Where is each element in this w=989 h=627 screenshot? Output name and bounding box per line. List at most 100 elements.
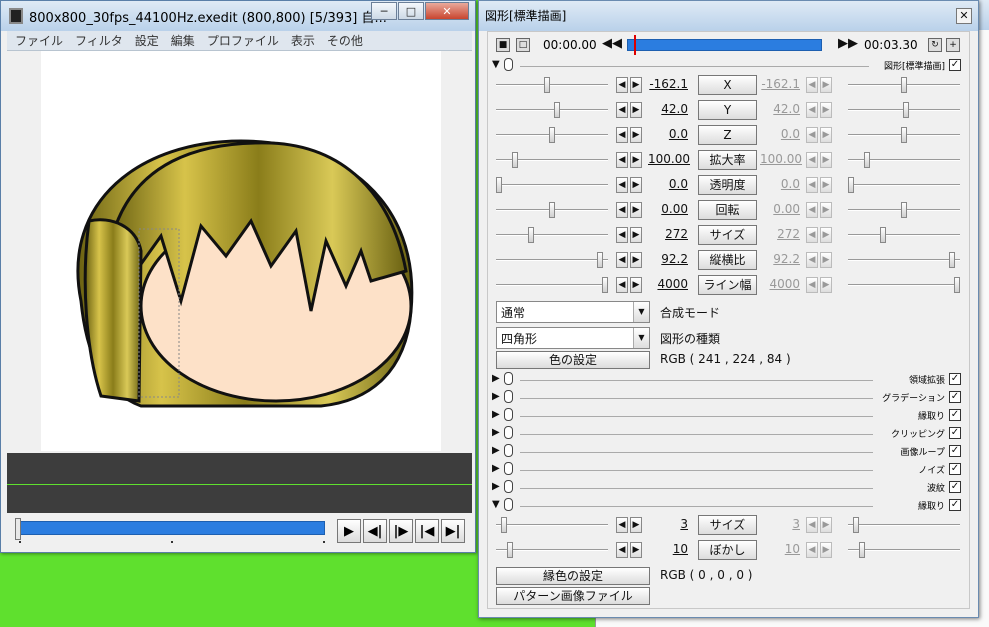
- param-6-left-slider[interactable]: [496, 227, 608, 243]
- menu-profile[interactable]: プロファイル: [207, 32, 279, 49]
- rewind-button[interactable]: ◀◀: [602, 36, 622, 51]
- edge-param-1-right-slider[interactable]: [848, 542, 960, 558]
- filter-checkbox[interactable]: ✓: [949, 499, 961, 511]
- slider-knob[interactable]: [879, 227, 886, 243]
- param-2-left-slider[interactable]: [496, 127, 608, 143]
- left-arrow-icon[interactable]: ◀: [616, 102, 628, 118]
- expand-triangle-icon[interactable]: ▶: [492, 409, 500, 420]
- filter-checkbox[interactable]: ✓: [949, 427, 961, 439]
- slider-knob[interactable]: [901, 127, 907, 143]
- slider-knob[interactable]: [549, 202, 555, 218]
- color-settings-button[interactable]: 色の設定: [496, 351, 650, 369]
- slider-knob[interactable]: [543, 77, 550, 93]
- param-5-button[interactable]: 回転: [698, 200, 757, 220]
- param-0-left-slider[interactable]: [496, 77, 608, 93]
- edge-param-0-right-slider[interactable]: [848, 517, 960, 533]
- left-arrow-icon[interactable]: ◀: [616, 542, 628, 558]
- slider-knob[interactable]: [596, 252, 603, 268]
- menu-view[interactable]: 表示: [291, 32, 315, 49]
- seek-bar[interactable]: [19, 521, 325, 535]
- param-6-start-value[interactable]: 272: [648, 227, 688, 241]
- frame-icon[interactable]: □: [516, 38, 530, 52]
- param-3-start-value[interactable]: 100.00: [648, 152, 690, 166]
- param-8-left-slider[interactable]: [496, 277, 608, 293]
- param-3-left-slider[interactable]: [496, 152, 608, 168]
- right-arrow-icon[interactable]: ▶: [630, 77, 642, 93]
- filter-checkbox[interactable]: ✓: [949, 391, 961, 403]
- param-7-start-value[interactable]: 92.2: [648, 252, 688, 266]
- left-arrow-icon[interactable]: ◀: [616, 517, 628, 533]
- left-arrow-icon[interactable]: ◀: [616, 277, 628, 293]
- param-7-left-slider[interactable]: [496, 252, 608, 268]
- param-1-start-value[interactable]: 42.0: [648, 102, 688, 116]
- param-8-right-slider[interactable]: [848, 277, 960, 293]
- right-arrow-icon[interactable]: ▶: [630, 277, 642, 293]
- menu-other[interactable]: その他: [327, 32, 363, 49]
- slider-knob[interactable]: [511, 152, 518, 168]
- param-3-button[interactable]: 拡大率: [698, 150, 757, 170]
- slider-knob[interactable]: [901, 77, 907, 93]
- param-5-right-slider[interactable]: [848, 202, 960, 218]
- edge-param-0-start-value[interactable]: 3: [648, 517, 688, 531]
- menu-filter[interactable]: フィルタ: [75, 32, 123, 49]
- slider-knob[interactable]: [501, 517, 508, 533]
- expand-triangle-icon[interactable]: ▶: [492, 463, 500, 474]
- go-start-button[interactable]: |◀: [415, 519, 439, 543]
- right-arrow-icon[interactable]: ▶: [630, 102, 642, 118]
- left-arrow-icon[interactable]: ◀: [616, 202, 628, 218]
- param-4-left-slider[interactable]: [496, 177, 608, 193]
- right-arrow-icon[interactable]: ▶: [630, 177, 642, 193]
- menu-file[interactable]: ファイル: [15, 32, 63, 49]
- slider-knob[interactable]: [901, 202, 907, 218]
- slider-knob[interactable]: [549, 127, 555, 143]
- right-arrow-icon[interactable]: ▶: [630, 152, 642, 168]
- edge-param-0-button[interactable]: サイズ: [698, 515, 757, 535]
- slider-knob[interactable]: [496, 177, 502, 193]
- filter-checkbox[interactable]: ✓: [949, 409, 961, 421]
- left-arrow-icon[interactable]: ◀: [616, 177, 628, 193]
- right-arrow-icon[interactable]: ▶: [630, 127, 642, 143]
- param-1-right-slider[interactable]: [848, 102, 960, 118]
- edge-color-button[interactable]: 縁色の設定: [496, 567, 650, 585]
- slider-knob[interactable]: [527, 227, 534, 243]
- param-4-right-slider[interactable]: [848, 177, 960, 193]
- chevron-down-icon[interactable]: ▼: [633, 328, 649, 348]
- left-arrow-icon[interactable]: ◀: [616, 127, 628, 143]
- menu-edit[interactable]: 編集: [171, 32, 195, 49]
- param-0-start-value[interactable]: -162.1: [648, 77, 688, 91]
- slider-knob[interactable]: [602, 277, 608, 293]
- param-1-button[interactable]: Y: [698, 100, 757, 120]
- param-5-start-value[interactable]: 0.00: [648, 202, 688, 216]
- right-arrow-icon[interactable]: ▶: [630, 252, 642, 268]
- slider-knob[interactable]: [948, 252, 955, 268]
- filter-checkbox[interactable]: ✓: [949, 445, 961, 457]
- edge-param-1-button[interactable]: ぼかし: [698, 540, 757, 560]
- right-arrow-icon[interactable]: ▶: [630, 542, 642, 558]
- panel-titlebar[interactable]: 図形[標準描画] ✕: [479, 1, 978, 31]
- param-8-start-value[interactable]: 4000: [648, 277, 688, 291]
- minimize-button[interactable]: ─: [371, 2, 397, 20]
- expand-triangle-icon[interactable]: ▶: [492, 373, 500, 384]
- pattern-image-button[interactable]: パターン画像ファイル: [496, 587, 650, 605]
- preview-canvas[interactable]: [41, 51, 441, 451]
- next-frame-button[interactable]: |▶: [389, 519, 413, 543]
- param-1-left-slider[interactable]: [496, 102, 608, 118]
- left-arrow-icon[interactable]: ◀: [616, 77, 628, 93]
- camera-icon[interactable]: ■: [496, 38, 510, 52]
- shape-type-select[interactable]: 四角形 ▼: [496, 327, 650, 349]
- blend-mode-select[interactable]: 通常 ▼: [496, 301, 650, 323]
- param-5-left-slider[interactable]: [496, 202, 608, 218]
- refresh-icon[interactable]: ↻: [928, 38, 942, 52]
- slider-knob[interactable]: [853, 517, 860, 533]
- param-2-start-value[interactable]: 0.0: [648, 127, 688, 141]
- plus-button[interactable]: +: [946, 38, 960, 52]
- close-button[interactable]: ✕: [425, 2, 469, 20]
- expand-triangle-icon[interactable]: ▶: [492, 481, 500, 492]
- right-arrow-icon[interactable]: ▶: [630, 517, 642, 533]
- expand-triangle-icon[interactable]: ▶: [492, 427, 500, 438]
- param-6-button[interactable]: サイズ: [698, 225, 757, 245]
- prev-frame-button[interactable]: ◀|: [363, 519, 387, 543]
- edge-param-1-left-slider[interactable]: [496, 542, 608, 558]
- edge-param-1-start-value[interactable]: 10: [648, 542, 688, 556]
- forward-button[interactable]: ▶▶: [838, 36, 858, 51]
